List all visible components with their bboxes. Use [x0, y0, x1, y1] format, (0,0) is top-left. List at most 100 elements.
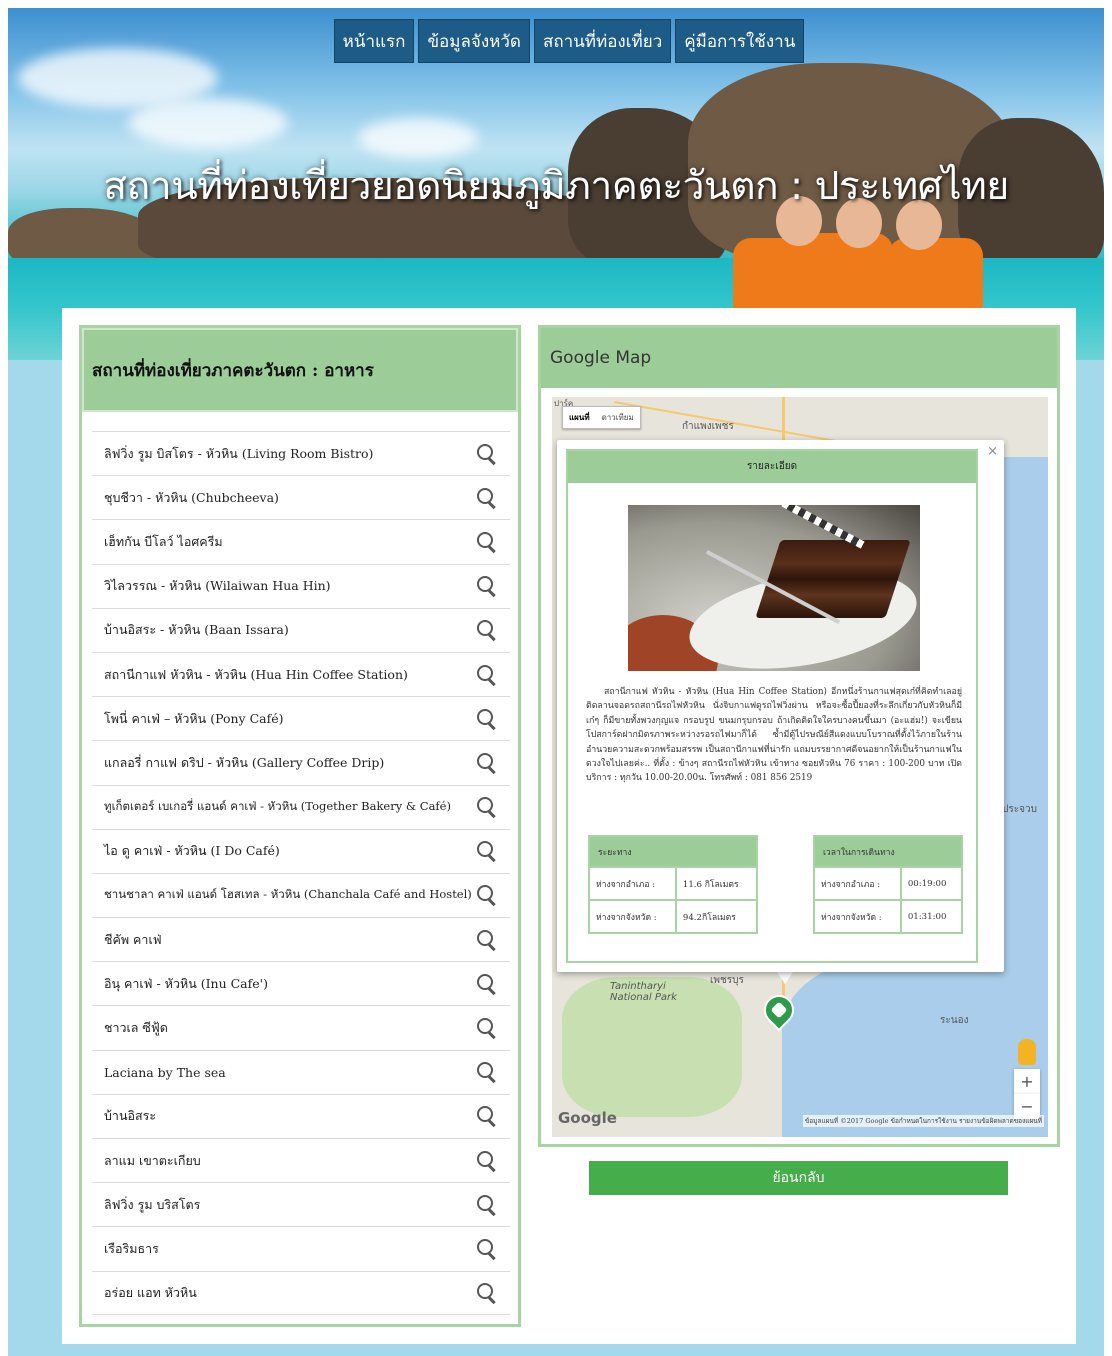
search-icon[interactable]	[476, 1282, 498, 1304]
list-item[interactable]: ไอ ดู คาเฟ่ - หัวหิน (I Do Café)	[92, 828, 510, 873]
list-item[interactable]: โพนี่ คาเฟ่ – หัวหิน (Pony Café)	[92, 696, 510, 740]
map-panel-title: Google Map	[541, 328, 1057, 388]
map-type-map[interactable]: แผนที่	[563, 407, 596, 428]
list-item[interactable]: บ้านอิสระ	[92, 1093, 510, 1138]
list-item-label: ชานชาลา คาเฟ่ แอนด์ โฮสเทล - หัวหิน (Cha…	[104, 887, 472, 902]
search-icon[interactable]	[476, 1017, 498, 1039]
list-item[interactable]: ลิฟวิ่ง รูม บิสโตร - หัวหิน (Living Room…	[92, 431, 510, 475]
list-item[interactable]: ลาแม เขาตะเกียบ	[92, 1138, 510, 1182]
list-item-label: ทูเก็ตเตอร์ เบเกอรี่ แอนด์ คาเฟ่ - หัวหิ…	[104, 799, 451, 814]
list-item[interactable]: ชุบชีวา - หัวหิน (Chubcheeva)	[92, 475, 510, 519]
map-label: ปาร์ค	[554, 399, 574, 408]
search-icon[interactable]	[476, 796, 498, 818]
list-item[interactable]: อร่อย แอท หัวหิน	[92, 1270, 510, 1315]
search-icon[interactable]	[476, 1150, 498, 1172]
list-item-label: เรือริมธาร	[104, 1240, 159, 1256]
distance-label: ห่างจากอำเภอ :	[588, 866, 677, 901]
list-panel-title: สถานที่ท่องเที่ยวภาคตะวันตก : อาหาร	[82, 328, 518, 414]
nav-home[interactable]: หน้าแรก	[333, 19, 415, 63]
search-icon[interactable]	[476, 531, 498, 553]
detail-box: รายละเอียด สถานีกาแฟ หัวหิน - หัวหิน (Hu…	[566, 449, 978, 963]
map-label: ระนอง	[940, 1015, 969, 1026]
map-type-satellite[interactable]: ดาวเทียม	[596, 407, 640, 428]
time-value: 00:19:00	[899, 866, 964, 901]
list-item[interactable]: วิไลวรรณ - หัวหิน (Wilaiwan Hua Hin)	[92, 563, 510, 608]
list-item[interactable]: ทูเก็ตเตอร์ เบเกอรี่ แอนด์ คาเฟ่ - หัวหิ…	[92, 784, 510, 829]
list-item-label: ชาวเล ซีฟู้ด	[104, 1020, 168, 1036]
list-item-label: โพนี่ คาเฟ่ – หัวหิน (Pony Café)	[104, 710, 284, 726]
travel-time-header: เวลาในการเดินทาง	[813, 835, 963, 868]
list-item[interactable]: อินุ คาเฟ่ - หัวหิน (Inu Cafe')	[92, 961, 510, 1005]
distance-header: ระยะทาง	[588, 835, 758, 868]
google-logo: Google	[558, 1109, 617, 1127]
list-item[interactable]: ลิฟวิ่ง รูม บริสโตร	[92, 1182, 510, 1226]
close-icon[interactable]: ×	[987, 444, 998, 459]
map-sea	[782, 957, 1048, 1137]
list-item[interactable]: สถานีกาแฟ หัวหิน - หัวหิน (Hua Hin Coffe…	[92, 651, 510, 696]
list-item[interactable]: Laciana by The sea	[92, 1049, 510, 1094]
search-icon[interactable]	[476, 664, 498, 686]
nav-attractions[interactable]: สถานที่ท่องเที่ยว	[533, 19, 672, 63]
distance-label: ห่างจากจังหวัด :	[588, 899, 677, 934]
time-value: 01:31:00	[899, 899, 964, 934]
attraction-list: ลิฟวิ่ง รูม บิสโตร - หัวหิน (Living Room…	[92, 431, 510, 1315]
list-item[interactable]: บ้านอิสระ - หัวหิน (Baan Issara)	[92, 607, 510, 652]
table-row: ห่างจากอำเภอ : 00:19:00	[813, 866, 964, 901]
list-item-label: บ้านอิสระ	[104, 1108, 157, 1124]
search-icon[interactable]	[476, 1105, 498, 1127]
map-label: ประจวบ	[1002, 804, 1037, 815]
distance-value: 11.6 กิโลเมตร	[674, 866, 759, 901]
search-icon[interactable]	[476, 443, 498, 465]
list-item-label: ชุบชีวา - หัวหิน (Chubcheeva)	[104, 489, 279, 505]
map-label: Tanintharyi National Park	[610, 981, 677, 1003]
search-icon[interactable]	[476, 487, 498, 509]
cloud	[128, 98, 288, 148]
search-icon[interactable]	[476, 973, 498, 995]
search-icon[interactable]	[476, 1061, 498, 1083]
list-item[interactable]: ชานชาลา คาเฟ่ แอนด์ โฮสเทล - หัวหิน (Cha…	[92, 872, 510, 917]
search-icon[interactable]	[476, 840, 498, 862]
cake-photo	[628, 505, 920, 671]
search-icon[interactable]	[476, 575, 498, 597]
map-label: กำแพงเพชร	[682, 421, 734, 432]
map-info-window: × รายละเอียด สถานีกาแฟ หัวหิน - หัวหิน (…	[557, 440, 1004, 972]
nav-province-info[interactable]: ข้อมูลจังหวัด	[418, 19, 530, 63]
list-item-label: ลิฟวิ่ง รูม บิสโตร - หัวหิน (Living Room…	[104, 445, 374, 461]
map-credit: ข้อมูลแผนที่ ©2017 Google ข้อกำหนดในการใ…	[802, 1115, 1044, 1127]
detail-description: สถานีกาแฟ หัวหิน - หัวหิน (Hua Hin Coffe…	[586, 687, 962, 784]
attraction-list-panel: สถานที่ท่องเที่ยวภาคตะวันตก : อาหาร ลิฟว…	[79, 325, 521, 1327]
list-item-label: วิไลวรรณ - หัวหิน (Wilaiwan Hua Hin)	[104, 578, 331, 594]
search-icon[interactable]	[476, 1238, 498, 1260]
nav-user-manual[interactable]: คู่มือการใช้งาน	[675, 19, 805, 63]
list-item-label: Laciana by The sea	[104, 1064, 226, 1080]
list-item[interactable]: ชีคัพ คาเฟ่	[92, 917, 510, 961]
search-icon[interactable]	[476, 752, 498, 774]
list-item[interactable]: แกลอรี่ กาแฟ ดริป - หัวหิน (Gallery Coff…	[92, 740, 510, 784]
detail-title: รายละเอียด	[568, 451, 976, 483]
zoom-in-button[interactable]: +	[1014, 1069, 1040, 1094]
list-item[interactable]: เฮ็ทกัน บีโลว์ ไอศครีม	[92, 519, 510, 563]
list-item-label: ลิฟวิ่ง รูม บริสโตร	[104, 1196, 201, 1212]
search-icon[interactable]	[476, 1194, 498, 1216]
list-item-label: ชีคัพ คาเฟ่	[104, 931, 162, 947]
search-icon[interactable]	[476, 619, 498, 641]
map-type-control: แผนที่ ดาวเทียม	[562, 406, 641, 429]
search-icon[interactable]	[476, 929, 498, 951]
table-row: ห่างจากจังหวัด : 94.2กิโลเมตร	[588, 899, 759, 934]
search-icon[interactable]	[476, 708, 498, 730]
list-item-label: บ้านอิสระ - หัวหิน (Baan Issara)	[104, 622, 289, 638]
top-navigation: หน้าแรก ข้อมูลจังหวัด สถานที่ท่องเที่ยว …	[0, 19, 1112, 63]
back-button[interactable]: ย้อนกลับ	[589, 1161, 1008, 1195]
time-label: ห่างจากอำเภอ :	[813, 866, 902, 901]
distance-table: ระยะทาง ห่างจากอำเภอ : 11.6 กิโลเมตร ห่า…	[588, 835, 759, 934]
distance-value: 94.2กิโลเมตร	[674, 899, 759, 934]
search-icon[interactable]	[476, 884, 498, 906]
map-label: เพชรบุร	[710, 975, 744, 986]
list-item[interactable]: ชาวเล ซีฟู้ด	[92, 1005, 510, 1049]
table-row: ห่างจากอำเภอ : 11.6 กิโลเมตร	[588, 866, 759, 901]
time-label: ห่างจากจังหวัด :	[813, 899, 902, 934]
list-item[interactable]: เรือริมธาร	[92, 1226, 510, 1270]
list-item-label: อินุ คาเฟ่ - หัวหิน (Inu Cafe')	[104, 975, 268, 991]
photo-cake	[755, 540, 911, 618]
street-view-pegman-icon[interactable]	[1018, 1039, 1036, 1065]
